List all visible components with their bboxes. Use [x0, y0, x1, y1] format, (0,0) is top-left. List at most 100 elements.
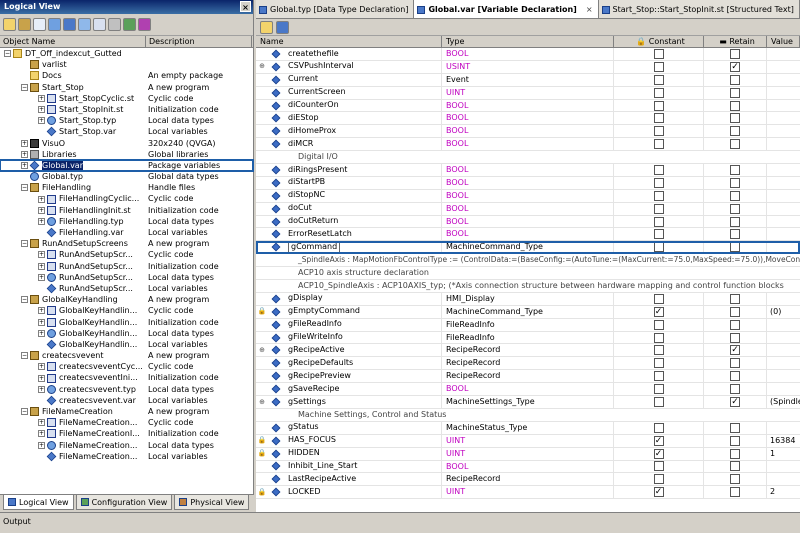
variable-row[interactable]: ⊕ gSettings MachineSettings_Type ✓ (Spindle: [256, 396, 800, 409]
variable-row[interactable]: doCutReturn BOOL: [256, 215, 800, 229]
variable-name-cell[interactable]: Inhibit_Line_Start: [256, 460, 442, 473]
tree-item[interactable]: + FileNameCreation... Cyclic code: [0, 417, 253, 428]
constant-checkbox[interactable]: ✓: [653, 306, 664, 317]
constant-checkbox[interactable]: [653, 139, 664, 150]
expand-icon[interactable]: +: [38, 374, 45, 382]
tab-configuration-view[interactable]: Configuration View: [75, 495, 173, 510]
retain-checkbox[interactable]: [730, 216, 740, 227]
variable-row[interactable]: ⊕ gRecipeActive RecipeRecord ✓: [256, 344, 800, 358]
constant-checkbox[interactable]: ✓: [653, 448, 664, 459]
tree-item[interactable]: − RunAndSetupScreens A new program: [0, 238, 253, 249]
tree-item[interactable]: GlobalKeyHandlin... Local variables: [0, 339, 253, 350]
variable-row[interactable]: ErrorResetLatch BOOL: [256, 228, 800, 242]
add-object-icon[interactable]: [18, 18, 31, 31]
variable-type-cell[interactable]: BOOL: [442, 202, 614, 215]
variable-name-cell[interactable]: gStatus: [256, 421, 442, 434]
open-icon[interactable]: [33, 18, 46, 31]
retain-checkbox[interactable]: [730, 293, 740, 304]
variable-row[interactable]: gRecipeDefaults RecipeRecord: [256, 357, 800, 371]
tree-item[interactable]: − DT_Off_indexcut_Gutted: [0, 48, 253, 59]
variable-value-cell[interactable]: [767, 125, 800, 137]
tree-item[interactable]: + Global.var Package variables: [0, 158, 254, 173]
constant-checkbox[interactable]: [653, 203, 664, 214]
constant-checkbox[interactable]: [653, 371, 664, 382]
variable-value-cell[interactable]: [767, 164, 800, 176]
tree-item[interactable]: − FileNameCreation A new program: [0, 406, 253, 417]
add-program-icon[interactable]: [48, 18, 61, 31]
variable-row[interactable]: 🔒 HAS_FOCUS UINT ✓ 16384: [256, 434, 800, 448]
retain-checkbox[interactable]: [730, 435, 740, 446]
variable-name-cell[interactable]: diMCR: [256, 138, 442, 151]
column-header-description[interactable]: Description: [146, 36, 252, 47]
constant-checkbox[interactable]: [653, 319, 664, 330]
variable-row[interactable]: gStatus MachineStatus_Type: [256, 421, 800, 435]
constant-checkbox[interactable]: [653, 74, 664, 85]
retain-checkbox[interactable]: [730, 48, 740, 59]
column-header-name[interactable]: Object Name: [0, 36, 146, 47]
comment-row[interactable]: Digital I/O: [256, 151, 800, 165]
constant-checkbox[interactable]: [653, 126, 664, 137]
variable-type-cell[interactable]: RecipeRecord: [442, 370, 614, 383]
variable-value-cell[interactable]: [767, 87, 800, 99]
cut-icon[interactable]: [108, 18, 121, 31]
variable-name-cell[interactable]: 🔒 HIDDEN: [256, 447, 442, 460]
expand-icon[interactable]: +: [38, 441, 45, 449]
variable-name-cell[interactable]: diRingsPresent: [256, 164, 442, 176]
retain-checkbox[interactable]: [730, 332, 740, 343]
tree-item[interactable]: + FileHandlingCyclic... Cyclic code: [0, 193, 253, 204]
constant-checkbox[interactable]: [653, 345, 664, 356]
constant-checkbox[interactable]: [653, 177, 664, 188]
constant-checkbox[interactable]: ✓: [653, 435, 664, 446]
add-variable-icon[interactable]: [276, 20, 289, 34]
variable-row[interactable]: diRingsPresent BOOL: [256, 164, 800, 177]
variable-value-cell[interactable]: 1: [767, 448, 800, 460]
expand-icon[interactable]: +: [38, 430, 45, 438]
constant-checkbox[interactable]: [653, 190, 664, 201]
variable-type-cell[interactable]: FileReadInfo: [442, 318, 614, 331]
expand-icon[interactable]: +: [38, 195, 45, 203]
variable-type-cell[interactable]: FileReadInfo: [442, 331, 614, 344]
tree-item[interactable]: + FileNameCreationI... Initialization code: [0, 428, 253, 439]
variable-value-cell[interactable]: [767, 461, 800, 473]
variable-type-cell[interactable]: RecipeRecord: [442, 357, 614, 370]
column-header-value[interactable]: Value: [767, 36, 800, 47]
collapse-icon[interactable]: −: [21, 184, 28, 192]
tree-item[interactable]: + Start_Stop.typ Local data types: [0, 115, 253, 126]
constant-checkbox[interactable]: [653, 113, 664, 124]
variable-row[interactable]: 🔒 gEmptyCommand MachineCommand_Type ✓ (0): [256, 305, 800, 319]
variable-name-cell[interactable]: gFileWriteInfo: [256, 331, 442, 344]
column-header-constant[interactable]: 🔒 Constant: [614, 36, 704, 47]
variable-name-cell[interactable]: CurrentScreen: [256, 86, 442, 99]
variable-row[interactable]: 🔒 HIDDEN UINT ✓ 1: [256, 447, 800, 461]
constant-checkbox[interactable]: ✓: [653, 487, 664, 498]
new-folder-icon[interactable]: [3, 18, 16, 31]
retain-checkbox[interactable]: [730, 229, 740, 240]
tree-item[interactable]: + RunAndSetupScr... Initialization code: [0, 261, 253, 272]
tree-item[interactable]: − FileHandling Handle files: [0, 182, 253, 193]
tree-item[interactable]: Global.typ Global data types: [0, 171, 253, 182]
retain-checkbox[interactable]: [730, 242, 740, 253]
variable-row[interactable]: diEStop BOOL: [256, 112, 800, 126]
variable-value-cell[interactable]: 2: [767, 486, 800, 498]
tree-item[interactable]: + createcsveventIni... Initialization code: [0, 372, 253, 383]
variable-row[interactable]: createthefile BOOL: [256, 48, 800, 61]
retain-checkbox[interactable]: [730, 487, 740, 498]
variable-name-cell[interactable]: ErrorResetLatch: [256, 228, 442, 241]
retain-checkbox[interactable]: [730, 371, 740, 382]
constant-checkbox[interactable]: [653, 48, 664, 59]
constant-checkbox[interactable]: [653, 422, 664, 433]
variable-value-cell[interactable]: [767, 112, 800, 124]
expand-icon[interactable]: +: [38, 419, 45, 427]
variable-value-cell[interactable]: [767, 332, 800, 344]
variable-value-cell[interactable]: [767, 74, 800, 86]
editor-tab[interactable]: Global.var [Variable Declaration] ×: [414, 0, 599, 18]
variable-row[interactable]: Current Event: [256, 73, 800, 87]
variable-name-cell[interactable]: gCommand: [256, 241, 442, 254]
expand-icon[interactable]: +: [38, 329, 45, 337]
variable-name-cell[interactable]: ⊕ CSVPushInterval: [256, 60, 442, 73]
variable-name-cell[interactable]: gDisplay: [256, 292, 442, 305]
constant-checkbox[interactable]: [653, 293, 664, 304]
expand-icon[interactable]: +: [38, 273, 45, 281]
variable-name-cell[interactable]: 🔒 LOCKED: [256, 486, 442, 499]
tree-item[interactable]: createcsvevent.var Local variables: [0, 395, 253, 406]
